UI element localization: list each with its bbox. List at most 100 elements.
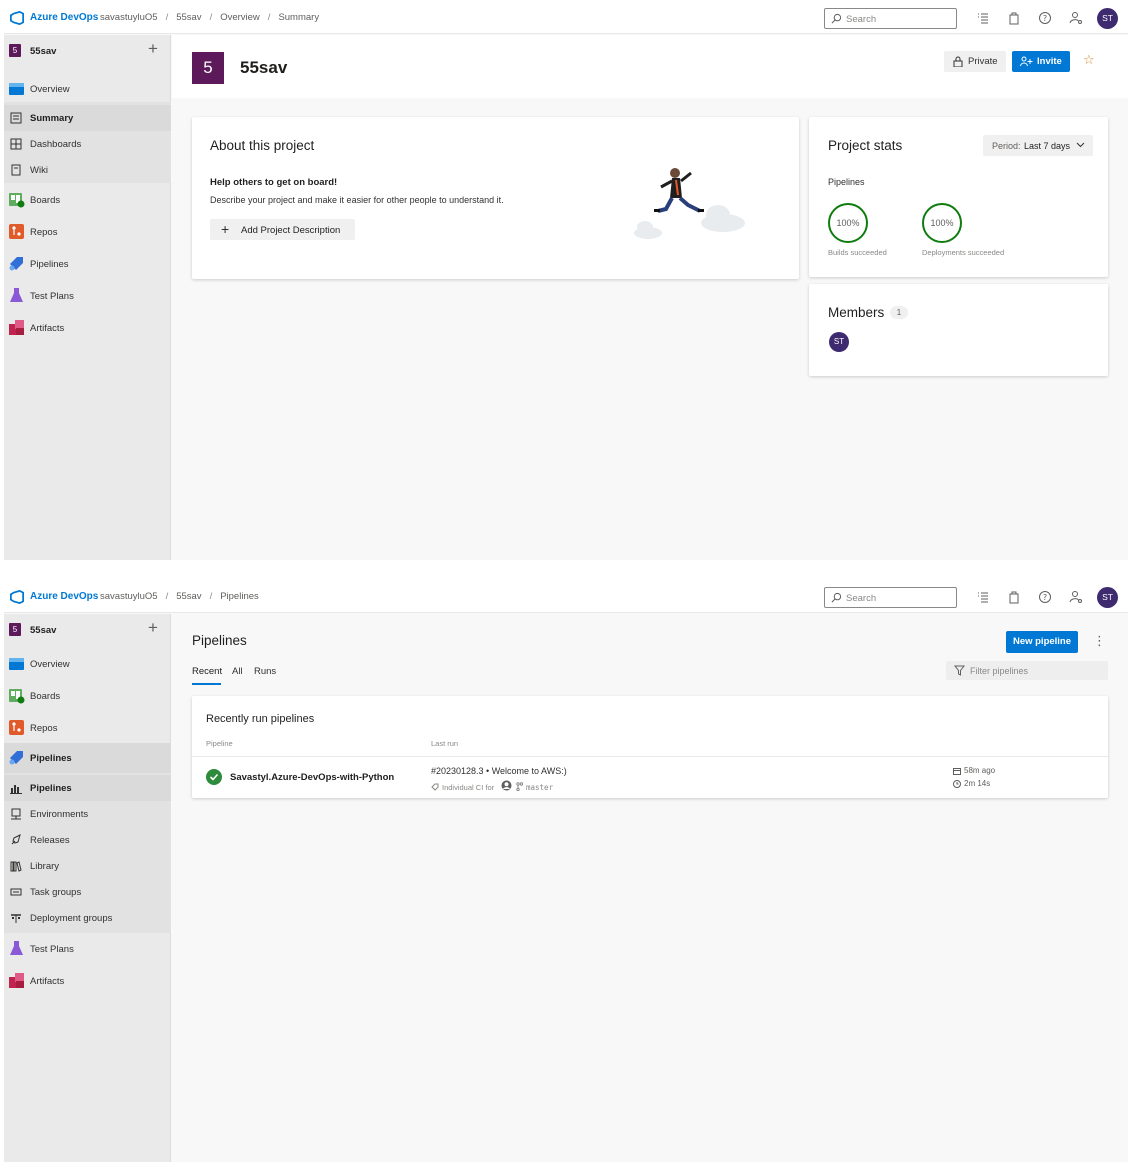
project-sidebar: 5 55sav + Overview Summary Dashboards Wi… xyxy=(4,35,171,560)
sidebar-item-boards[interactable]: Boards xyxy=(4,683,171,709)
project-header[interactable]: 5 55sav + xyxy=(4,35,171,66)
list-icon[interactable] xyxy=(976,590,990,604)
brand-link[interactable]: Azure DevOps xyxy=(30,591,98,602)
user-avatar[interactable]: ST xyxy=(1097,8,1118,29)
sidebar-item-wiki[interactable]: Wiki xyxy=(4,157,171,183)
stats-section-label: Pipelines xyxy=(828,177,865,187)
more-options-icon[interactable]: ⋮ xyxy=(1093,633,1106,649)
main-content: Pipelines New pipeline ⋮ Recent All Runs… xyxy=(172,614,1128,1162)
clock-icon xyxy=(953,780,961,788)
filter-pipelines-input[interactable]: Filter pipelines xyxy=(946,661,1108,680)
sidebar-item-deployment-groups[interactable]: Deployment groups xyxy=(4,905,171,931)
breadcrumb-org[interactable]: savastuyluO5 xyxy=(100,12,158,23)
deployments-succeeded-ring[interactable]: 100% xyxy=(922,203,962,243)
favorite-star-icon[interactable]: ☆ xyxy=(1083,52,1095,68)
list-icon[interactable] xyxy=(976,11,990,25)
breadcrumb-overview[interactable]: Overview xyxy=(220,12,260,23)
sidebar-item-summary[interactable]: Summary xyxy=(4,105,171,131)
sidebar-item-releases[interactable]: Releases xyxy=(4,827,171,853)
repos-icon xyxy=(9,224,24,239)
sidebar-item-overview[interactable]: Overview xyxy=(4,651,171,677)
builds-succeeded-label: Builds succeeded xyxy=(828,248,887,257)
sidebar-item-library[interactable]: Library xyxy=(4,853,171,879)
about-project-card: About this project Help others to get on… xyxy=(192,117,799,279)
test-plans-icon xyxy=(10,288,23,302)
project-stats-card: Project stats Period: Last 7 days Pipeli… xyxy=(809,117,1108,277)
chevron-down-icon xyxy=(1076,142,1085,148)
pipelines-screen: Azure DevOps savastuyluO5/55sav / Pipeline… xyxy=(4,582,1128,1162)
tab-runs[interactable]: Runs xyxy=(254,666,276,677)
project-name: 55sav xyxy=(30,625,57,636)
summary-icon xyxy=(10,112,22,124)
run-duration: 2m 14s xyxy=(964,779,991,788)
help-icon[interactable]: ? xyxy=(1038,590,1052,604)
sidebar-item-overview[interactable]: Overview xyxy=(4,76,171,102)
sidebar-item-artifacts[interactable]: Artifacts xyxy=(4,968,171,994)
sidebar-item-dashboards[interactable]: Dashboards xyxy=(4,131,171,157)
private-button[interactable]: Private xyxy=(944,51,1006,72)
pipelines-sub-icon xyxy=(10,785,22,794)
table-row[interactable]: Savastyl.Azure-DevOps-with-Python #20230… xyxy=(192,757,1108,798)
overview-summary-screen: Azure DevOps savastuyluO5/55sav / Overview… xyxy=(4,3,1128,560)
recently-run-pipelines-card: Recently run pipelines Pipeline Last run… xyxy=(192,696,1108,798)
pipeline-name[interactable]: Savastyl.Azure-DevOps-with-Python xyxy=(230,772,394,783)
shopping-bag-icon[interactable] xyxy=(1007,590,1021,604)
pipelines-icon xyxy=(9,257,23,271)
sidebar-item-pipelines[interactable]: Pipelines xyxy=(4,251,171,277)
tab-recent[interactable]: Recent xyxy=(192,666,222,677)
member-avatar[interactable]: ST xyxy=(829,332,849,352)
sidebar-item-test-plans[interactable]: Test Plans xyxy=(4,283,171,309)
members-count-badge: 1 xyxy=(890,306,908,319)
active-tab-indicator xyxy=(192,683,221,685)
sidebar-item-artifacts[interactable]: Artifacts xyxy=(4,315,171,341)
sidebar-item-repos[interactable]: Repos xyxy=(4,715,171,741)
search-box[interactable]: Search xyxy=(824,587,957,608)
tab-all[interactable]: All xyxy=(232,666,243,677)
brand-link[interactable]: Azure DevOps xyxy=(30,12,98,23)
members-card-title: Members xyxy=(828,305,885,320)
azure-devops-logo-icon[interactable] xyxy=(10,590,24,604)
new-item-plus-icon[interactable]: + xyxy=(148,618,158,638)
library-icon xyxy=(10,861,22,872)
sidebar-item-task-groups[interactable]: Task groups xyxy=(4,879,171,905)
sidebar-item-pipelines[interactable]: Pipelines xyxy=(4,743,171,773)
user-avatar[interactable]: ST xyxy=(1097,587,1118,608)
members-card: Members 1 ST xyxy=(809,284,1108,376)
top-bar: Azure DevOps savastuyluO5/55sav / Overview… xyxy=(4,3,1128,34)
azure-devops-logo-icon[interactable] xyxy=(10,11,24,25)
sidebar-item-boards[interactable]: Boards xyxy=(4,187,171,213)
page-title: 55sav xyxy=(240,58,288,77)
user-settings-icon[interactable] xyxy=(1069,11,1083,25)
new-pipeline-button[interactable]: New pipeline xyxy=(1006,631,1078,653)
user-settings-icon[interactable] xyxy=(1069,590,1083,604)
about-heading: Help others to get on board! xyxy=(210,177,338,188)
breadcrumb-pipelines[interactable]: Pipelines xyxy=(220,591,259,602)
run-title[interactable]: #20230128.3 • Welcome to AWS:) xyxy=(431,766,567,776)
sidebar-item-repos[interactable]: Repos xyxy=(4,219,171,245)
invite-button[interactable]: Invite xyxy=(1012,51,1070,72)
sidebar-item-test-plans[interactable]: Test Plans xyxy=(4,936,171,962)
invite-people-icon xyxy=(1020,56,1033,67)
builds-succeeded-ring[interactable]: 100% xyxy=(828,203,868,243)
branch-name[interactable]: master xyxy=(526,783,553,792)
period-dropdown[interactable]: Period: Last 7 days xyxy=(983,135,1093,156)
breadcrumb-project[interactable]: 55sav xyxy=(176,12,201,23)
run-trigger: Individual CI for xyxy=(442,783,495,792)
lock-icon xyxy=(953,56,963,67)
top-bar: Azure DevOps savastuyluO5/55sav / Pipeline… xyxy=(4,582,1128,613)
tag-icon xyxy=(431,783,439,791)
help-icon[interactable]: ? xyxy=(1038,11,1052,25)
new-item-plus-icon[interactable]: + xyxy=(148,39,158,59)
breadcrumb-project[interactable]: 55sav xyxy=(176,591,201,602)
sidebar-item-environments[interactable]: Environments xyxy=(4,801,171,827)
shopping-bag-icon[interactable] xyxy=(1007,11,1021,25)
breadcrumb-org[interactable]: savastuyluO5 xyxy=(100,591,158,602)
search-box[interactable]: Search xyxy=(824,8,957,29)
project-header[interactable]: 5 55sav + xyxy=(4,614,171,645)
about-card-title: About this project xyxy=(210,138,315,153)
overview-icon xyxy=(9,658,24,670)
add-project-description-button[interactable]: + Add Project Description xyxy=(210,219,355,240)
deployments-succeeded-label: Deployments succeeded xyxy=(922,248,1005,257)
breadcrumb-summary[interactable]: Summary xyxy=(278,12,319,23)
sidebar-item-pipelines-sub[interactable]: Pipelines xyxy=(4,775,171,801)
